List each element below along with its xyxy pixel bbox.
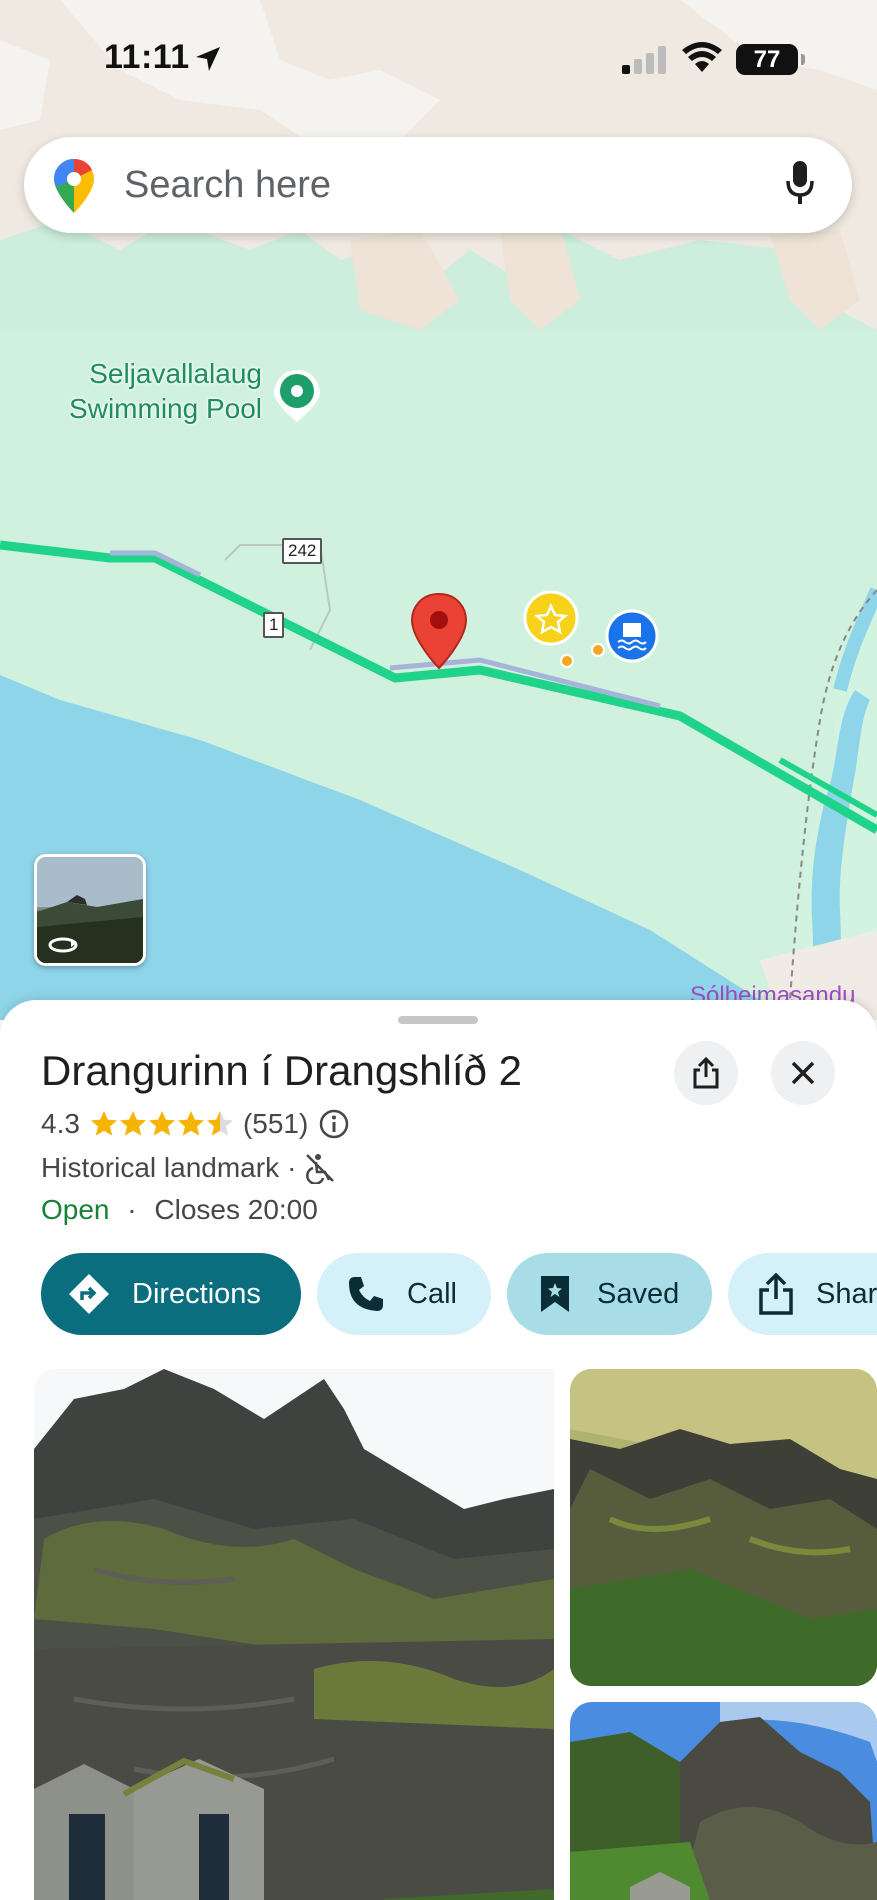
- attraction-poi-icon[interactable]: [523, 590, 579, 646]
- rating-row[interactable]: 4.3 (551): [41, 1108, 350, 1140]
- maps-pin-logo: [54, 159, 94, 213]
- search-bar[interactable]: Search here: [24, 137, 852, 233]
- place-photo-3[interactable]: [570, 1702, 877, 1900]
- closing-time: Closes 20:00: [154, 1194, 318, 1225]
- place-photo-2[interactable]: [570, 1369, 877, 1686]
- rating-value: 4.3: [41, 1108, 80, 1139]
- place-title: Drangurinn í Drangshlíð 2: [41, 1047, 522, 1094]
- place-photo-main[interactable]: [34, 1369, 554, 1900]
- share-icon: [759, 1273, 793, 1315]
- call-button[interactable]: Call: [317, 1253, 491, 1335]
- battery-indicator: 77: [736, 44, 805, 75]
- share-icon: [693, 1057, 719, 1089]
- category-separator: ·: [287, 1152, 297, 1183]
- road-shield-242: 242: [282, 538, 323, 564]
- mic-icon[interactable]: [786, 161, 814, 207]
- waterfall-poi-icon[interactable]: [605, 609, 659, 663]
- status-bar: 11:11 77: [0, 0, 877, 120]
- star-rating: [90, 1110, 235, 1138]
- place-category: Historical landmark: [41, 1152, 280, 1183]
- star-icon: [90, 1111, 233, 1136]
- share-label: Share: [816, 1277, 877, 1310]
- saved-button[interactable]: Saved: [507, 1253, 712, 1335]
- share-button[interactable]: [674, 1041, 738, 1105]
- hours-row[interactable]: Open · Closes 20:00: [41, 1194, 318, 1226]
- streetview-thumbnail[interactable]: [34, 854, 146, 966]
- phone-icon: [349, 1277, 383, 1311]
- bookmark-icon: [541, 1276, 569, 1312]
- place-bottom-sheet[interactable]: Drangurinn í Drangshlíð 2 4.3 (551) Hist…: [0, 1000, 877, 1900]
- search-input[interactable]: Search here: [124, 164, 331, 207]
- directions-label: Directions: [132, 1277, 261, 1310]
- status-time: 11:11: [104, 38, 190, 76]
- no-wheelchair-icon: [306, 1154, 335, 1184]
- wifi-icon: [682, 42, 722, 72]
- status-separator: ·: [127, 1194, 137, 1225]
- directions-button[interactable]: Directions: [41, 1253, 301, 1335]
- signal-icon: [622, 46, 666, 74]
- sheet-drag-handle[interactable]: [398, 1016, 478, 1024]
- pool-poi-label[interactable]: Seljavallalaug Swimming Pool: [58, 356, 262, 426]
- review-count[interactable]: (551): [243, 1108, 308, 1140]
- saved-label: Saved: [597, 1277, 680, 1310]
- info-icon[interactable]: [318, 1108, 350, 1140]
- share-chip-button[interactable]: Share: [728, 1253, 877, 1335]
- category-row: Historical landmark ·: [41, 1152, 336, 1184]
- call-label: Call: [407, 1277, 457, 1310]
- road-shield-1: 1: [263, 612, 285, 638]
- location-arrow-icon: [196, 47, 220, 71]
- close-icon: [791, 1061, 815, 1085]
- directions-icon: [69, 1274, 109, 1314]
- close-button[interactable]: [771, 1041, 835, 1105]
- open-status: Open: [41, 1194, 110, 1225]
